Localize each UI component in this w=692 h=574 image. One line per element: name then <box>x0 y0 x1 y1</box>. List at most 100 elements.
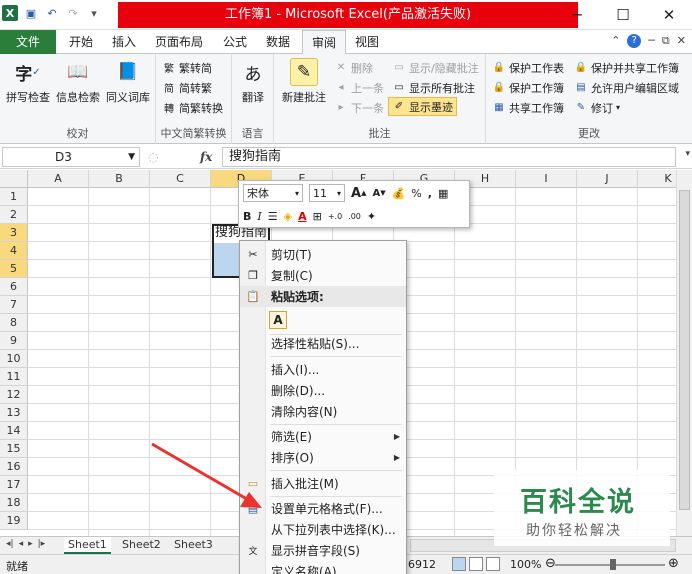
customize-qat-icon[interactable]: ▾ <box>86 5 102 21</box>
maximize-button[interactable]: ☐ <box>600 0 646 30</box>
tab-data[interactable]: 数据 <box>257 30 299 54</box>
fill-color-icon[interactable]: ◈ <box>284 210 292 223</box>
tab-view[interactable]: 视图 <box>346 30 388 54</box>
show-all-comments-button[interactable]: ▭ 显示所有批注 <box>392 78 475 97</box>
font-color-button[interactable]: A <box>298 210 307 223</box>
vertical-scroll-thumb[interactable] <box>679 190 690 510</box>
trad-to-simp-button[interactable]: 繁 繁转简 <box>162 58 212 77</box>
row-header-14[interactable]: 14 <box>0 422 28 440</box>
menu-clear-contents[interactable]: 清除内容(N) <box>240 401 406 422</box>
menu-pick-from-list[interactable]: 从下拉列表中选择(K)... <box>240 519 406 540</box>
share-workbook-button[interactable]: ▦ 共享工作簿 <box>492 98 564 117</box>
menu-define-name[interactable]: 定义名称(A)... <box>240 561 406 574</box>
column-header-a[interactable]: A <box>28 170 89 188</box>
percent-button[interactable]: % <box>411 187 421 200</box>
tab-formulas[interactable]: 公式 <box>214 30 256 54</box>
row-header-1[interactable]: 1 <box>0 188 28 206</box>
center-align-icon[interactable]: ☰ <box>268 210 278 223</box>
menu-insert[interactable]: 插入(I)... <box>240 359 406 380</box>
row-header-10[interactable]: 10 <box>0 350 28 368</box>
menu-format-cells[interactable]: ▤ 设置单元格格式(F)... <box>240 498 406 519</box>
doc-restore-icon[interactable]: ⧉ <box>662 34 670 48</box>
show-ink-button[interactable]: ✐ 显示墨迹 <box>388 97 457 116</box>
row-header-12[interactable]: 12 <box>0 386 28 404</box>
row-header-18[interactable]: 18 <box>0 494 28 512</box>
bold-button[interactable]: B <box>243 210 251 223</box>
borders-icon[interactable]: ⊞ <box>313 210 322 223</box>
row-header-4[interactable]: 4 <box>0 242 28 260</box>
sheet-tab-2[interactable]: Sheet2 <box>118 537 165 554</box>
close-button[interactable]: ✕ <box>646 0 692 30</box>
menu-cut[interactable]: ✂ 剪切(T) <box>240 244 406 265</box>
thesaurus-button[interactable]: 📘 同义词库 <box>104 58 152 105</box>
decrease-decimal-icon[interactable]: .00 <box>348 212 361 221</box>
next-comment-button[interactable]: ▸ 下一条 <box>334 98 384 117</box>
protect-workbook-button[interactable]: 🔒 保护工作簿 <box>492 78 564 97</box>
protect-share-button[interactable]: 🔒 保护并共享工作簿 <box>574 58 679 77</box>
row-header-8[interactable]: 8 <box>0 314 28 332</box>
chinese-convert-button[interactable]: 轉 简繁转换 <box>162 98 223 117</box>
column-header-c[interactable]: C <box>150 170 211 188</box>
column-header-j[interactable]: J <box>577 170 638 188</box>
zoom-level[interactable]: 100% <box>510 558 541 571</box>
accounting-format-icon[interactable]: 💰 <box>392 187 406 200</box>
formula-input[interactable]: 搜狗指南 <box>222 147 676 167</box>
column-header-i[interactable]: I <box>516 170 577 188</box>
zoom-in-icon[interactable]: ⊕ <box>668 556 679 571</box>
doc-close-icon[interactable]: ✕ <box>677 34 686 48</box>
insert-function-icon[interactable]: fx <box>200 150 212 164</box>
row-header-3[interactable]: 3 <box>0 224 28 242</box>
row-header-7[interactable]: 7 <box>0 296 28 314</box>
menu-copy[interactable]: ❐ 复制(C) <box>240 265 406 286</box>
row-header-15[interactable]: 15 <box>0 440 28 458</box>
menu-show-phonetic[interactable]: 文 显示拼音字段(S) <box>240 540 406 561</box>
menu-delete[interactable]: 删除(D)... <box>240 380 406 401</box>
font-size-select[interactable]: 11 ▾ <box>309 184 345 202</box>
row-header-5[interactable]: 5 <box>0 260 28 278</box>
allow-edit-ranges-button[interactable]: ▤ 允许用户编辑区域 <box>574 78 679 97</box>
delete-comment-button[interactable]: ✕ 删除 <box>334 58 373 77</box>
sheet-tab-1[interactable]: Sheet1 <box>64 537 111 554</box>
select-all-corner[interactable] <box>0 170 28 188</box>
first-sheet-icon[interactable]: ◂| <box>6 539 14 549</box>
collapse-ribbon-icon[interactable]: ⌃ <box>611 34 620 48</box>
tab-page-layout[interactable]: 页面布局 <box>146 30 212 54</box>
tab-insert[interactable]: 插入 <box>103 30 145 54</box>
paste-text-only-button[interactable]: A <box>269 311 287 329</box>
undo-icon[interactable]: ↶ <box>44 5 60 21</box>
grow-font-button[interactable]: A ▲ <box>351 186 366 201</box>
expand-formula-bar-icon[interactable]: ▾ <box>685 149 690 159</box>
excel-logo-icon[interactable]: X <box>2 5 18 21</box>
menu-paste-special[interactable]: 选择性粘贴(S)... <box>240 333 406 354</box>
tab-review[interactable]: 审阅 <box>302 30 347 55</box>
page-break-view-button[interactable] <box>486 557 500 571</box>
tab-home[interactable]: 开始 <box>60 30 102 54</box>
column-header-k[interactable]: K <box>638 170 676 188</box>
row-header-13[interactable]: 13 <box>0 404 28 422</box>
comma-button[interactable]: , <box>428 187 432 200</box>
row-header-17[interactable]: 17 <box>0 476 28 494</box>
help-icon[interactable]: ? <box>627 34 642 48</box>
menu-insert-comment[interactable]: ▭ 插入批注(M) <box>240 473 406 494</box>
column-header-b[interactable]: B <box>89 170 150 188</box>
previous-comment-button[interactable]: ◂ 上一条 <box>334 78 384 97</box>
next-sheet-icon[interactable]: ▸ <box>28 539 33 549</box>
italic-button[interactable]: I <box>257 210 261 223</box>
row-header-2[interactable]: 2 <box>0 206 28 224</box>
name-box-dropdown-icon[interactable]: ▼ <box>128 148 135 166</box>
row-header-6[interactable]: 6 <box>0 278 28 296</box>
spell-check-button[interactable]: 字 ✓ 拼写检查 <box>4 58 52 105</box>
minimize-button[interactable]: ─ <box>554 0 600 30</box>
row-header-9[interactable]: 9 <box>0 332 28 350</box>
row-header-19[interactable]: 19 <box>0 512 28 530</box>
row-header-16[interactable]: 16 <box>0 458 28 476</box>
tab-file[interactable]: 文件 <box>0 30 56 54</box>
doc-minimize-icon[interactable]: ─ <box>648 34 655 48</box>
vertical-scrollbar[interactable] <box>676 170 692 536</box>
name-box[interactable]: D3 ▼ <box>2 147 140 167</box>
zoom-slider-thumb[interactable] <box>610 559 616 570</box>
menu-sort[interactable]: 排序(O) ▶ <box>240 447 406 468</box>
format-painter-icon[interactable]: ▦ <box>438 187 448 200</box>
normal-view-button[interactable] <box>452 557 466 571</box>
sheet-tab-3[interactable]: Sheet3 <box>170 537 217 554</box>
